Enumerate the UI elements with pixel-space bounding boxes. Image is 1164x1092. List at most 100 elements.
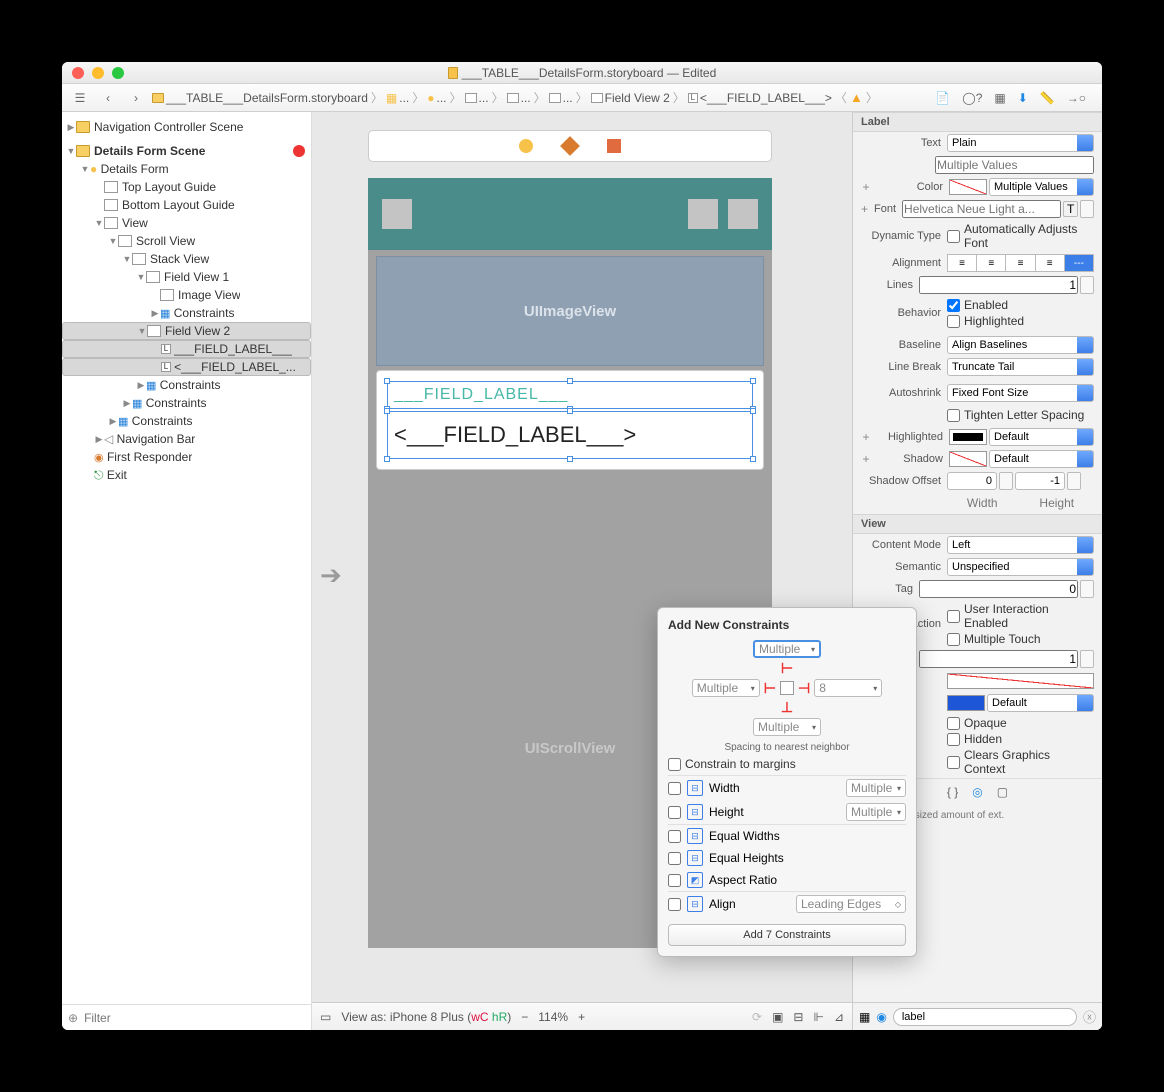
font-stepper[interactable]	[1080, 200, 1094, 218]
object-library-icon[interactable]: ◎	[972, 785, 982, 799]
shadow-swatch[interactable]	[949, 451, 987, 467]
first-responder-item[interactable]: ◉ First Responder	[62, 448, 311, 466]
exit-item[interactable]: ⎋ Exit	[62, 466, 311, 484]
forward-button[interactable]: ›	[124, 88, 148, 108]
back-button[interactable]: ‹	[96, 88, 120, 108]
shadow-height-field[interactable]	[1015, 472, 1065, 490]
top-layout-guide[interactable]: Top Layout Guide	[62, 178, 311, 196]
constraints-2[interactable]: ▶▦ Constraints	[62, 376, 311, 394]
dyntype-checkbox[interactable]: Automatically Adjusts Font	[947, 222, 1094, 250]
nav-bar-preview[interactable]	[368, 178, 772, 250]
autoshrink-select[interactable]: Fixed Font Size	[947, 384, 1094, 402]
aspect-ratio-checkbox[interactable]	[668, 874, 681, 887]
color-swatch[interactable]	[949, 179, 987, 195]
top-strut-icon[interactable]: ⊢	[781, 660, 793, 677]
alignment-segmented[interactable]: ≡≡≡≡---	[947, 254, 1094, 272]
size-inspector-icon[interactable]: 📏	[1040, 91, 1055, 105]
connections-inspector-icon[interactable]: →○	[1067, 91, 1086, 105]
selected-label-1[interactable]: ___FIELD_LABEL___	[387, 381, 753, 409]
alpha-field[interactable]	[919, 650, 1078, 668]
file-inspector-icon[interactable]: 📄	[935, 91, 950, 105]
right-spacing-field[interactable]: 8▾	[814, 679, 882, 697]
list-view-icon[interactable]: ◉	[876, 1010, 886, 1024]
enabled-checkbox[interactable]: Enabled	[947, 298, 1008, 312]
tint-select[interactable]: Default	[987, 694, 1094, 712]
color-select[interactable]: Multiple Values	[989, 178, 1094, 196]
scene-vc-icon[interactable]	[519, 139, 533, 153]
field-view-2[interactable]: ▼Field View 2	[62, 322, 311, 340]
zoom-level[interactable]: 114%	[538, 1010, 568, 1024]
text-style-select[interactable]: Plain	[947, 134, 1094, 152]
highlighted-select[interactable]: Default	[989, 428, 1094, 446]
baseline-select[interactable]: Align Baselines	[947, 336, 1094, 354]
constrain-margins-checkbox[interactable]: Constrain to margins	[668, 757, 906, 771]
highlighted-swatch[interactable]	[949, 429, 987, 445]
grid-view-icon[interactable]: ▦	[859, 1010, 870, 1024]
lines-field[interactable]	[919, 276, 1078, 294]
equal-heights-checkbox[interactable]	[668, 852, 681, 865]
related-items-button[interactable]: ☰	[68, 88, 92, 108]
font-field[interactable]	[902, 200, 1061, 218]
library-search-input[interactable]	[893, 1008, 1077, 1026]
add-constraints-button[interactable]: Add 7 Constraints	[668, 924, 906, 946]
identity-inspector-icon[interactable]: ▦	[994, 91, 1005, 105]
equal-widths-checkbox[interactable]	[668, 830, 681, 843]
details-form-item[interactable]: ▼● Details Form	[62, 160, 311, 178]
bottom-strut-icon[interactable]: ⊥	[781, 699, 793, 716]
linebreak-select[interactable]: Truncate Tail	[947, 358, 1094, 376]
tag-field[interactable]	[919, 580, 1078, 598]
left-spacing-field[interactable]: Multiple▾	[692, 679, 760, 697]
bottom-spacing-field[interactable]: Multiple▾	[753, 718, 821, 736]
media-library-icon[interactable]: ▢	[997, 785, 1008, 799]
tighten-checkbox[interactable]: Tighten Letter Spacing	[947, 408, 1084, 422]
right-strut-icon[interactable]: ⊣	[798, 680, 810, 697]
lines-stepper[interactable]	[1080, 276, 1094, 294]
attributes-inspector-icon[interactable]: ⬇	[1018, 91, 1028, 105]
clear-search-icon[interactable]: ⓧ	[1083, 1007, 1096, 1026]
uiimageview-placeholder[interactable]: UIImageView	[376, 256, 764, 366]
scene-responder-icon[interactable]	[560, 136, 580, 156]
shadow-width-field[interactable]	[947, 472, 997, 490]
titlebar[interactable]: ___TABLE___DetailsForm.storyboard — Edit…	[62, 62, 1102, 84]
help-inspector-icon[interactable]: ◯?	[962, 91, 982, 105]
bg-swatch[interactable]	[947, 673, 1094, 689]
pin-icon[interactable]: ⊩	[813, 1010, 823, 1024]
semantic-select[interactable]: Unspecified	[947, 558, 1094, 576]
field-view-1[interactable]: ▼Field View 1	[62, 268, 311, 286]
cgc-checkbox[interactable]: Clears Graphics Context	[947, 748, 1094, 776]
height-checkbox[interactable]	[668, 806, 681, 819]
top-spacing-field[interactable]: Multiple▾	[753, 640, 821, 658]
align-value[interactable]: Leading Edges◇	[796, 895, 906, 913]
width-checkbox[interactable]	[668, 782, 681, 795]
constraints-1[interactable]: ▶▦ Constraints	[62, 304, 311, 322]
tint-swatch[interactable]	[947, 695, 985, 711]
breadcrumb[interactable]: ___TABLE___DetailsForm.storyboard〉 ▦ ...…	[152, 89, 921, 106]
uie-checkbox[interactable]: User Interaction Enabled	[947, 602, 1094, 630]
bottom-layout-guide[interactable]: Bottom Layout Guide	[62, 196, 311, 214]
constraints-4[interactable]: ▶▦ Constraints	[62, 412, 311, 430]
height-value[interactable]: Multiple▾	[846, 803, 906, 821]
contentmode-select[interactable]: Left	[947, 536, 1094, 554]
view-item[interactable]: ▼View	[62, 214, 311, 232]
stack-view-item[interactable]: ▼Stack View	[62, 250, 311, 268]
resolve-icon[interactable]: ⊿	[834, 1010, 844, 1024]
constraints-3[interactable]: ▶▦ Constraints	[62, 394, 311, 412]
filter-input[interactable]	[84, 1011, 305, 1025]
nav-bar-item[interactable]: ▶◁ Navigation Bar	[62, 430, 311, 448]
label-item-1[interactable]: L ___FIELD_LABEL___	[62, 340, 311, 358]
highlighted-checkbox[interactable]: Highlighted	[947, 314, 1024, 328]
width-value[interactable]: Multiple▾	[846, 779, 906, 797]
zoom-in-button[interactable]: +	[578, 1010, 585, 1024]
scene-nav[interactable]: ▶Navigation Controller Scene	[62, 118, 311, 136]
field-card[interactable]: ___FIELD_LABEL___ <___FIELD_LABEL___>	[376, 370, 764, 470]
opaque-checkbox[interactable]: Opaque	[947, 716, 1007, 730]
multitouch-checkbox[interactable]: Multiple Touch	[947, 632, 1041, 646]
scroll-view-item[interactable]: ▼Scroll View	[62, 232, 311, 250]
left-strut-icon[interactable]: ⊢	[764, 680, 776, 697]
align-checkbox[interactable]	[668, 898, 681, 911]
warning-icon[interactable]: ▲	[850, 90, 863, 105]
scene-details[interactable]: ▼Details Form Scene	[62, 142, 311, 160]
code-snippet-icon[interactable]: { }	[947, 785, 958, 799]
scene-exit-icon[interactable]	[607, 139, 621, 153]
zoom-out-button[interactable]: −	[521, 1010, 528, 1024]
